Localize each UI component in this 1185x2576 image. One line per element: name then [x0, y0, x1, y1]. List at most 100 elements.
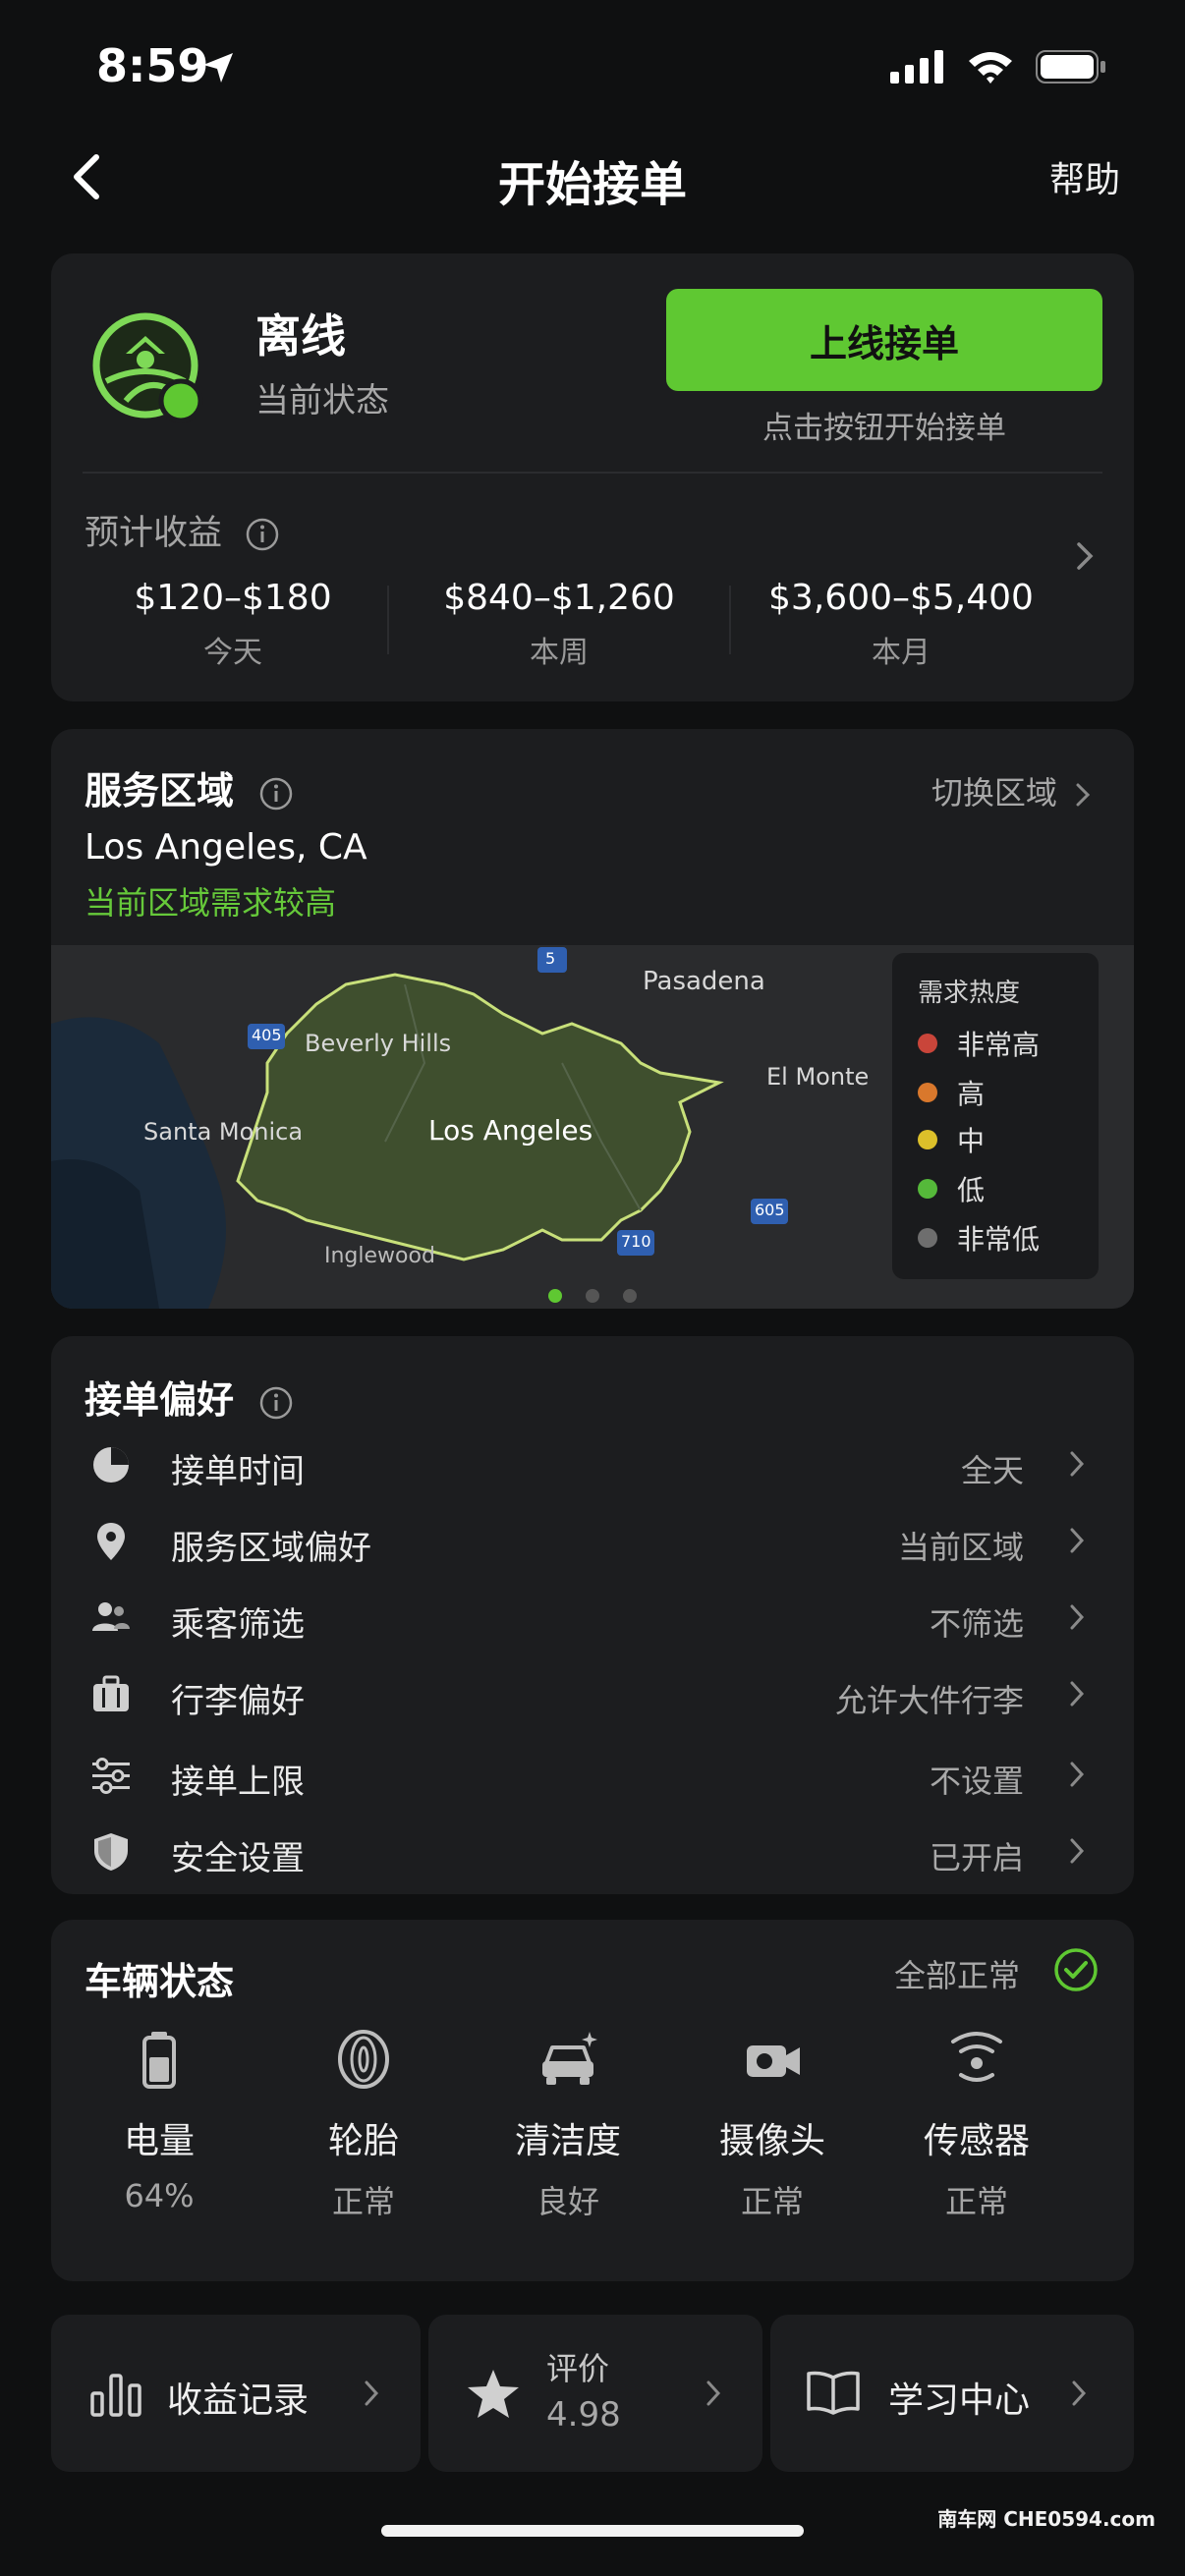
estimate-value: $3,600–$5,400	[768, 578, 1034, 618]
chevron-right-icon	[706, 2380, 721, 2406]
preference-row-passenger[interactable]: 乘客筛选 不筛选	[51, 1584, 1134, 1652]
car-clean-icon	[542, 2032, 597, 2085]
legend-label: 非常高	[957, 1029, 1041, 1061]
chevron-right-icon	[365, 2380, 379, 2406]
preference-value: 当前区域	[897, 1529, 1024, 1566]
preferences-card: 接单偏好 接单时间 全天 服务区域偏好 当前区域 乘客筛选 不筛选 行李偏好 允…	[51, 1336, 1134, 1894]
info-icon[interactable]	[245, 517, 280, 552]
chevron-right-icon	[1070, 1681, 1085, 1707]
map-label-inglewood: Inglewood	[324, 1244, 435, 1268]
vehicle-item-sensor[interactable]: 传感器 正常	[875, 2028, 1079, 2222]
preference-label: 安全设置	[171, 1839, 305, 1878]
location-pin-icon	[97, 1523, 125, 1560]
earnings-record-label: 收益记录	[167, 2380, 310, 2421]
chevron-right-icon	[1070, 1604, 1085, 1630]
status-bar: 8:59	[0, 0, 1185, 138]
preference-label: 接单上限	[171, 1763, 305, 1802]
highway-5-label: 5	[545, 949, 556, 968]
service-area-map[interactable]: 5 405 605 710 Pasadena Beverly Hills El …	[51, 945, 1134, 1309]
map-label-pasadena: Pasadena	[643, 967, 765, 996]
home-indicator[interactable]	[381, 2525, 804, 2537]
chevron-right-icon	[1070, 1762, 1085, 1787]
switch-area-label: 切换区域	[931, 774, 1057, 812]
page-dot-active[interactable]	[548, 1289, 562, 1303]
vehicle-item-label: 电量	[123, 2121, 195, 2161]
learning-center-button[interactable]: 学习中心	[770, 2315, 1134, 2472]
vehicle-title: 车辆状态	[85, 1960, 235, 2003]
learning-center-label: 学习中心	[888, 2380, 1031, 2421]
rating-label: 评价	[546, 2350, 610, 2387]
battery-status-icon	[1036, 50, 1105, 84]
legend-item: 高	[918, 1073, 985, 1112]
estimate-separator	[387, 586, 389, 654]
preference-value: 全天	[960, 1452, 1024, 1489]
page-dot[interactable]	[586, 1289, 599, 1303]
clock-time: 8:59	[96, 39, 209, 92]
legend-dot	[918, 1228, 937, 1248]
estimate-header[interactable]: 预计收益	[85, 505, 280, 555]
estimate-period: 本周	[530, 636, 589, 670]
preference-value: 已开启	[929, 1839, 1024, 1876]
demand-legend: 需求热度 非常高 高 中 低 非常低	[892, 953, 1099, 1279]
estimate-period: 今天	[203, 636, 262, 670]
earnings-record-button[interactable]: 收益记录	[51, 2315, 421, 2472]
vehicle-item-label: 清洁度	[514, 2121, 621, 2161]
wifi-icon	[969, 52, 1012, 84]
preference-row-luggage[interactable]: 行李偏好 允许大件行李	[51, 1660, 1134, 1729]
chevron-right-icon	[1070, 1451, 1085, 1477]
nav-bar: 开始接单 帮助	[0, 128, 1185, 226]
vehicle-item-label: 轮胎	[327, 2121, 399, 2161]
chevron-right-icon	[1070, 1838, 1085, 1864]
legend-dot	[918, 1083, 937, 1102]
info-icon[interactable]	[258, 776, 294, 812]
info-icon[interactable]	[258, 1385, 294, 1421]
legend-item: 非常高	[918, 1024, 1040, 1063]
preference-row-area[interactable]: 服务区域偏好 当前区域	[51, 1507, 1134, 1576]
preference-label: 行李偏好	[171, 1682, 305, 1721]
vehicle-item-tire[interactable]: 轮胎 正常	[261, 2028, 466, 2222]
preference-row-limit[interactable]: 接单上限 不设置	[51, 1741, 1134, 1810]
vehicle-item-battery[interactable]: 电量 64%	[57, 2028, 261, 2214]
book-icon	[807, 2371, 860, 2415]
vehicle-status-card: 车辆状态 全部正常 电量 64% 轮胎 正常 清洁度 良好 摄像头 正常 传感器…	[51, 1920, 1134, 2281]
map-label-el-monte: El Monte	[766, 1063, 870, 1091]
highway-405-label: 405	[252, 1026, 282, 1044]
chevron-right-icon	[1076, 783, 1091, 807]
chevron-right-icon[interactable]	[1075, 540, 1095, 572]
all-ok-text: 全部正常	[893, 1957, 1020, 1994]
luggage-icon	[93, 1675, 129, 1711]
star-icon	[468, 2370, 519, 2418]
map-label-santa-monica: Santa Monica	[143, 1118, 304, 1146]
preference-label: 服务区域偏好	[171, 1529, 371, 1568]
legend-label: 高	[957, 1078, 986, 1110]
vehicle-item-camera[interactable]: 摄像头 正常	[670, 2028, 875, 2222]
preference-label: 乘客筛选	[171, 1605, 305, 1645]
sliders-icon	[92, 1758, 130, 1794]
switch-area-button[interactable]: 切换区域	[931, 768, 1091, 813]
go-online-button[interactable]: 上线接单	[666, 289, 1102, 391]
preference-row-time[interactable]: 接单时间 全天	[51, 1430, 1134, 1499]
vehicle-item-label: 摄像头	[718, 2121, 825, 2161]
highway-605-label: 605	[755, 1201, 785, 1219]
driver-avatar-icon	[92, 312, 203, 423]
camera-icon	[747, 2045, 800, 2077]
tire-icon	[338, 2030, 389, 2089]
check-circle-icon	[1054, 1948, 1098, 1991]
sensor-icon	[951, 2032, 1002, 2082]
estimate-value: $120–$180	[134, 578, 332, 618]
vehicle-item-value: 正常	[740, 2183, 804, 2220]
legend-dot	[918, 1179, 937, 1199]
page-dot[interactable]	[623, 1289, 637, 1303]
battery-icon	[142, 2032, 176, 2089]
preference-row-safety[interactable]: 安全设置 已开启	[51, 1818, 1134, 1886]
help-button[interactable]: 帮助	[1049, 151, 1120, 202]
shield-icon	[94, 1833, 128, 1871]
estimate-week: $840–$1,260 本周	[397, 578, 721, 671]
rating-value: 4.98	[546, 2395, 621, 2435]
vehicle-item-cleanliness[interactable]: 清洁度 良好	[466, 2028, 670, 2222]
vehicle-item-value: 良好	[536, 2183, 599, 2220]
go-online-hint: 点击按钮开始接单	[762, 411, 1006, 446]
estimate-today: $120–$180 今天	[71, 578, 395, 671]
rating-button[interactable]: 评价 4.98	[428, 2315, 762, 2472]
estimate-separator	[729, 586, 731, 654]
